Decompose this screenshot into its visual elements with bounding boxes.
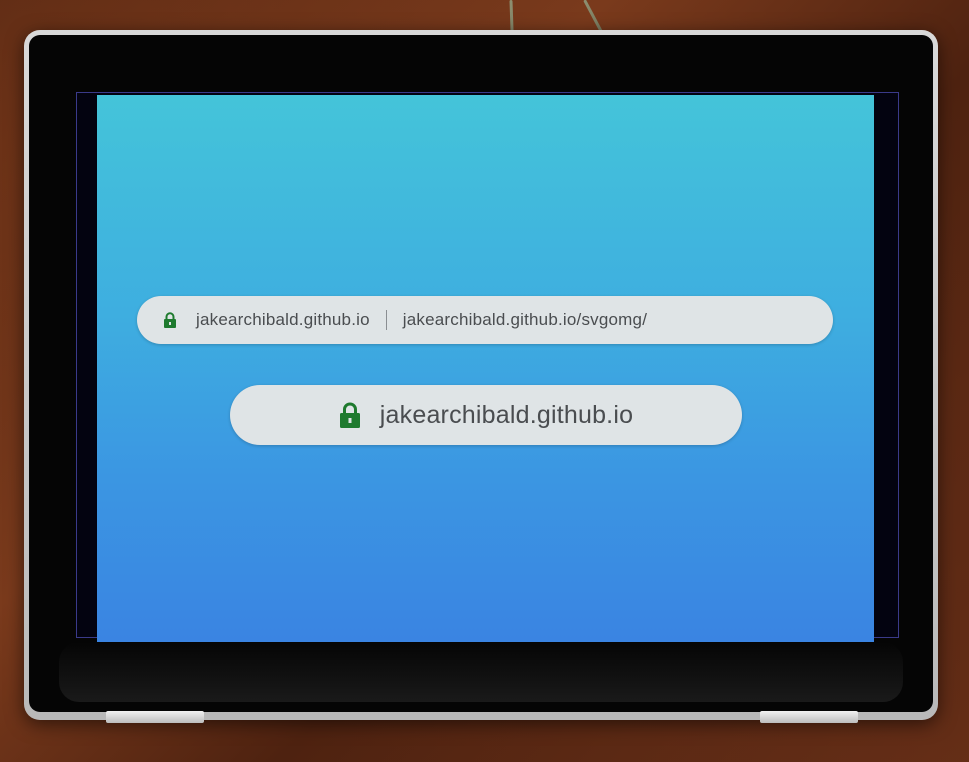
omnibox-url: jakearchibald.github.io/svgomg/ bbox=[402, 310, 648, 329]
omnibox-host: jakearchibald.github.io bbox=[196, 310, 370, 329]
omnibox-divider bbox=[385, 310, 387, 330]
hinge-left bbox=[106, 711, 204, 723]
omnibox-full-url[interactable]: jakearchibald.github.io jakearchibald.gi… bbox=[137, 296, 833, 344]
screen: jakearchibald.github.io jakearchibald.gi… bbox=[97, 95, 874, 642]
tablet-device: jakearchibald.github.io jakearchibald.gi… bbox=[24, 30, 938, 720]
device-bezel: jakearchibald.github.io jakearchibald.gi… bbox=[29, 35, 933, 712]
omnibox-simplified[interactable]: jakearchibald.github.io bbox=[230, 385, 742, 445]
omnibox-host: jakearchibald.github.io bbox=[379, 400, 634, 429]
bezel-reflection bbox=[59, 642, 903, 702]
lock-icon bbox=[339, 402, 361, 429]
lock-icon bbox=[163, 311, 177, 329]
hinge-right bbox=[760, 711, 858, 723]
